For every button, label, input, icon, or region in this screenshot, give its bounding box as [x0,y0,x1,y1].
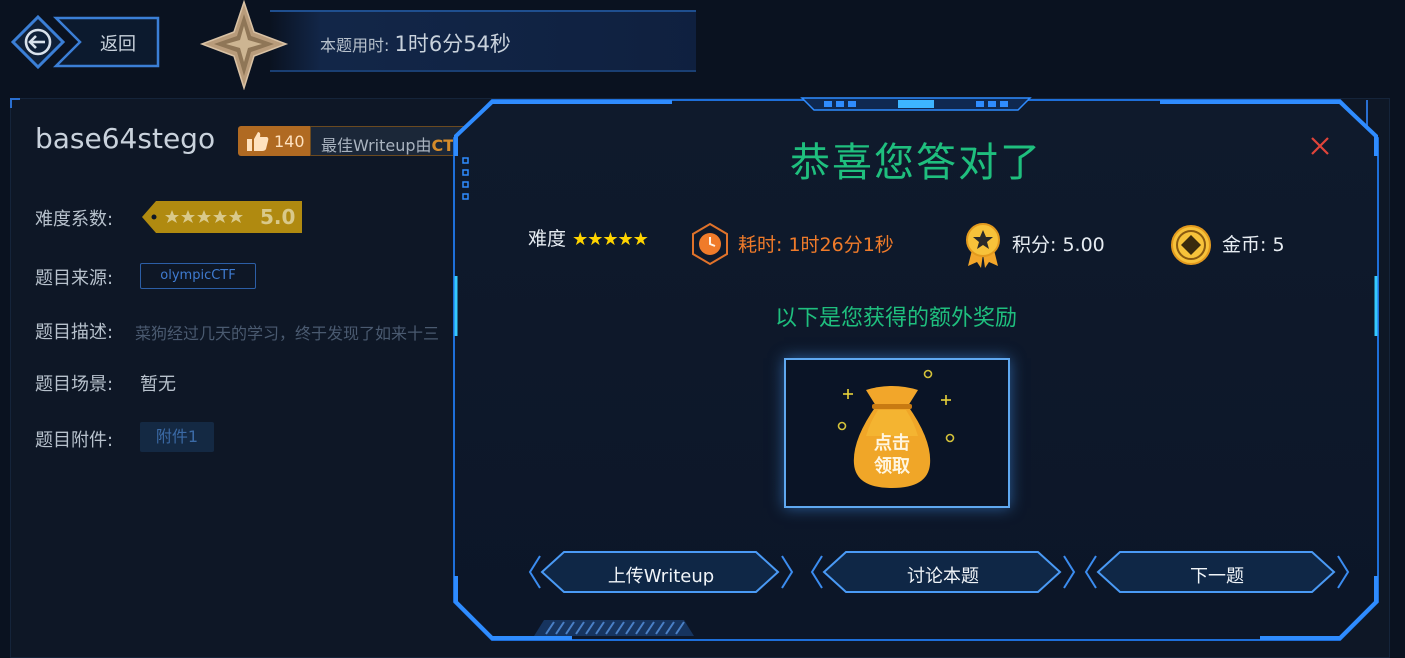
difficulty-label: 难度系数: [35,209,114,230]
close-icon[interactable] [1308,134,1332,158]
stat-coin: 金币: 5 [1222,234,1285,256]
stat-difficulty-stars: ★★★★★ [572,229,649,250]
attachment-button[interactable]: 附件1 [140,422,214,452]
reward-text-line1: 点击 [874,432,910,454]
next-question-label: 下一题 [1190,566,1244,587]
reward-claim-box[interactable]: 点击 领取 [784,358,1010,508]
clock-icon [692,222,728,266]
stat-time: 耗时: 1时26分1秒 [738,234,894,256]
description-label: 题目描述: [35,322,114,343]
next-question-button[interactable]: 下一题 [1084,550,1350,594]
source-label: 题目来源: [35,268,114,289]
rank-star-icon [199,0,289,90]
attachment-label: 题目附件: [35,430,114,451]
modal-title: 恭喜您答对了 [790,140,1042,186]
thumbs-up-icon [247,132,269,151]
timer-value: 1时6分54秒 [394,32,511,56]
timer-text: 本题用时: 1时6分54秒 [320,28,511,58]
reward-text-line2: 领取 [874,455,911,477]
discuss-button[interactable]: 讨论本题 [810,550,1076,594]
scene-label: 题目场景: [35,374,114,395]
upload-writeup-button[interactable]: 上传Writeup [528,550,794,594]
discuss-label: 讨论本题 [907,566,979,587]
medal-icon [966,223,1000,268]
best-writeup-author: CT [431,136,455,155]
difficulty-badge: 5.0 [142,201,302,233]
stat-difficulty-label: 难度 [528,228,567,250]
upload-writeup-label: 上传Writeup [607,566,715,587]
money-bag-icon: 点击 领取 [837,369,955,488]
back-label: 返回 [100,34,136,55]
timer-label: 本题用时: [320,36,395,55]
like-count: 140 [274,132,305,151]
best-writeup-link[interactable]: 最佳Writeup由CT [310,126,470,156]
stat-difficulty: 难度 ★★★★★ [528,224,649,251]
panel-corner-decoration [10,98,20,108]
timer-bar: 本题用时: 1时6分54秒 [270,10,696,72]
source-tag[interactable]: olympicCTF [140,263,256,289]
challenge-title: base64stego [35,122,216,155]
like-button[interactable]: 140 [238,126,310,156]
bonus-title: 以下是您获得的额外奖励 [774,306,1017,331]
best-writeup-prefix: 最佳Writeup由 [321,136,432,155]
success-modal: 恭喜您答对了 难度 ★★★★★ 耗时: 1时26分1秒 积分: 5.00 金币:… [452,96,1380,644]
description-text: 菜狗经过几天的学习，终于发现了如来十三 [135,324,440,343]
back-button[interactable]: 返回 [8,14,160,70]
difficulty-value: 5.0 [260,205,295,229]
coin-icon [1171,225,1211,265]
arrow-left-icon [24,28,52,56]
stat-score: 积分: 5.00 [1012,234,1105,256]
scene-value: 暂无 [140,374,176,395]
